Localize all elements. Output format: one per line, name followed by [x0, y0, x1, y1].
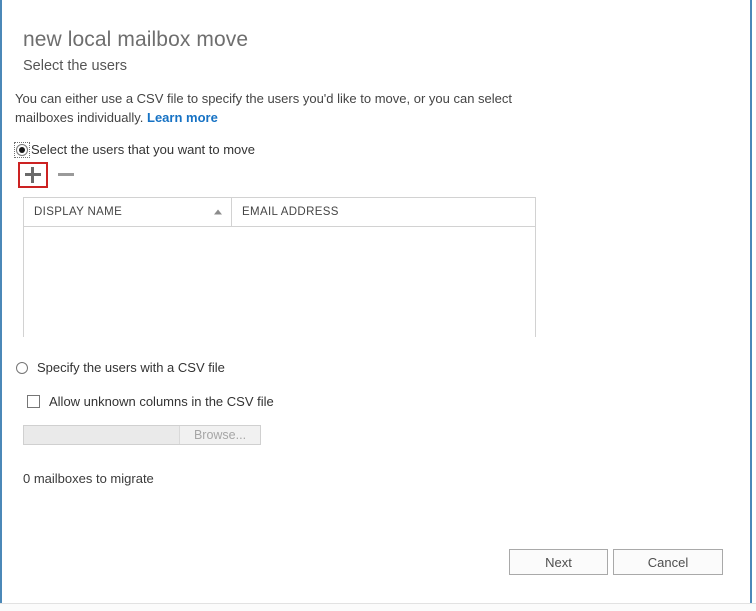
sort-ascending-icon — [214, 209, 222, 215]
status-mailboxes-to-migrate: 0 mailboxes to migrate — [23, 471, 154, 486]
radio-option-select-users[interactable]: Select the users that you want to move — [14, 141, 255, 158]
minus-icon — [58, 173, 74, 176]
radio-plain-wrap — [14, 360, 30, 376]
allow-unknown-columns-checkbox-icon[interactable] — [27, 395, 40, 409]
dialog-description: You can either use a CSV file to specify… — [15, 89, 540, 127]
radio-specify-csv-icon[interactable] — [16, 361, 28, 374]
radio-specify-csv-label: Specify the users with a CSV file — [37, 359, 225, 375]
csv-file-path-input[interactable] — [24, 426, 180, 444]
column-header-display-name-label: DISPLAY NAME — [34, 206, 123, 218]
column-header-email-address-label: EMAIL ADDRESS — [242, 206, 339, 218]
radio-focus-outline — [14, 141, 30, 158]
radio-select-users-label: Select the users that you want to move — [31, 141, 256, 157]
csv-file-picker[interactable]: Browse... — [23, 425, 261, 445]
grid-header-row: DISPLAY NAME EMAIL ADDRESS — [24, 198, 535, 227]
page-subtitle: Select the users — [23, 58, 127, 74]
radio-option-specify-csv[interactable]: Specify the users with a CSV file — [14, 359, 225, 376]
dialog-right-border — [750, 0, 752, 604]
new-local-mailbox-move-dialog: new local mailbox move Select the users … — [0, 0, 756, 611]
dialog-left-border — [0, 0, 2, 604]
description-text: You can either use a CSV file to specify… — [15, 91, 512, 125]
radio-select-users-icon[interactable] — [16, 143, 28, 156]
plus-icon — [25, 167, 41, 183]
allow-unknown-columns-checkbox-row[interactable]: Allow unknown columns in the CSV file — [27, 393, 274, 410]
browse-button[interactable]: Browse... — [180, 426, 260, 444]
column-header-display-name[interactable]: DISPLAY NAME — [24, 198, 232, 226]
column-header-email-address[interactable]: EMAIL ADDRESS — [232, 198, 535, 226]
users-grid[interactable]: DISPLAY NAME EMAIL ADDRESS — [23, 197, 536, 337]
grid-body-empty[interactable] — [24, 227, 535, 337]
remove-user-button[interactable] — [54, 162, 80, 188]
allow-unknown-columns-label: Allow unknown columns in the CSV file — [49, 393, 274, 409]
add-user-button[interactable] — [18, 162, 48, 188]
learn-more-link[interactable]: Learn more — [147, 110, 218, 125]
dialog-bottom-strip — [0, 604, 756, 611]
next-button[interactable]: Next — [509, 549, 608, 575]
page-title: new local mailbox move — [23, 28, 249, 51]
cancel-button[interactable]: Cancel — [613, 549, 723, 575]
